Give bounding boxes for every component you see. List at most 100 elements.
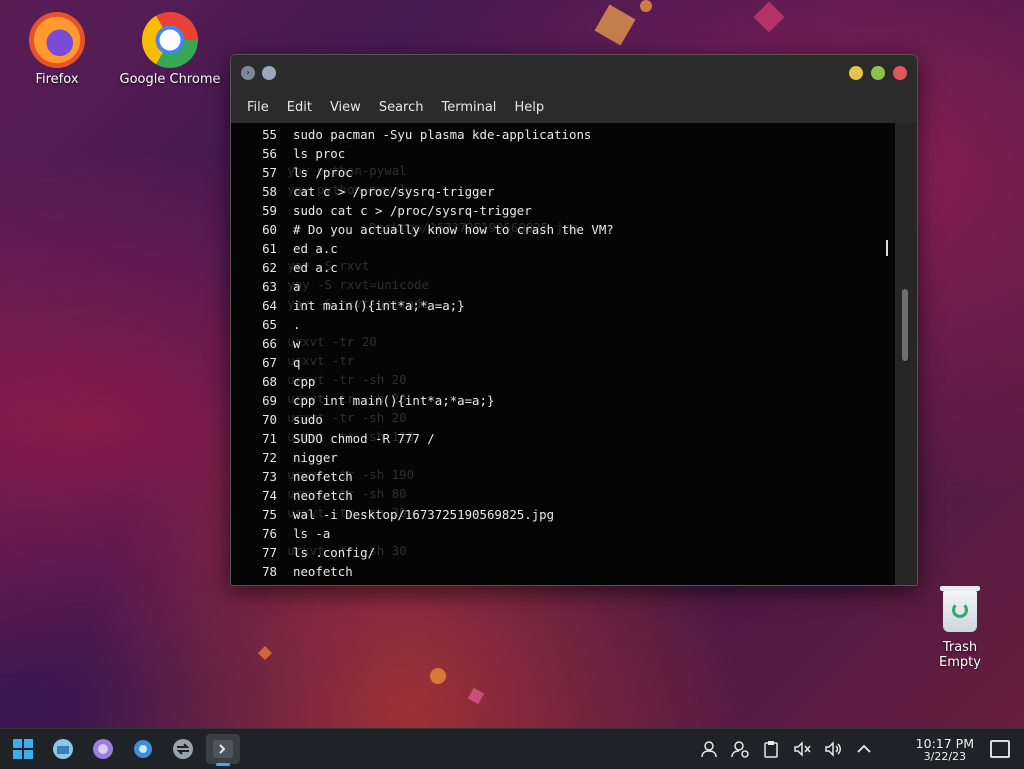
line-command: cat c > /proc/sysrq-trigger bbox=[293, 184, 495, 199]
start-button[interactable] bbox=[6, 734, 40, 764]
line-number: 66 bbox=[262, 336, 277, 351]
taskbar-file-manager[interactable] bbox=[46, 734, 80, 764]
line-number: 56 bbox=[262, 146, 277, 161]
line-number: 67 bbox=[262, 355, 277, 370]
start-menu-icon bbox=[13, 739, 33, 759]
line-number: 64 bbox=[262, 298, 277, 313]
terminal-line: 61 ed a.c bbox=[231, 239, 614, 258]
terminal-line: 69 cpp int main(){int*a;*a=a;} bbox=[231, 391, 614, 410]
clock-time: 10:17 PM bbox=[915, 736, 974, 751]
line-number: 77 bbox=[262, 545, 277, 560]
terminal-line: 59 sudo cat c > /proc/sysrq-trigger bbox=[231, 201, 614, 220]
terminal-line: 63 a bbox=[231, 277, 614, 296]
scrollbar-thumb[interactable] bbox=[902, 289, 908, 361]
terminal-line: 74 neofetch bbox=[231, 486, 614, 505]
wallpaper-shape bbox=[257, 645, 273, 661]
line-command: . bbox=[293, 317, 301, 332]
line-command: w bbox=[293, 336, 301, 351]
discover-icon bbox=[93, 739, 113, 759]
window-titlebar[interactable]: › bbox=[231, 55, 917, 91]
line-number: 55 bbox=[262, 127, 277, 142]
terminal-line: 60 # Do you actually know how to crash th… bbox=[231, 220, 614, 239]
user-icon[interactable] bbox=[699, 739, 719, 759]
line-number: 78 bbox=[262, 564, 277, 579]
line-number: 75 bbox=[262, 507, 277, 522]
terminal-line: 56 ls proc bbox=[231, 144, 614, 163]
line-number: 61 bbox=[262, 241, 277, 256]
line-number: 62 bbox=[262, 260, 277, 275]
wallpaper-shape bbox=[430, 668, 446, 684]
minimize-button[interactable] bbox=[849, 66, 863, 80]
taskbar-discover[interactable] bbox=[86, 734, 120, 764]
volume-icon[interactable] bbox=[823, 739, 843, 759]
line-command: neofetch bbox=[293, 564, 353, 579]
trash-label: Trash bbox=[942, 640, 978, 655]
line-command: ls -a bbox=[293, 526, 331, 541]
menu-edit[interactable]: Edit bbox=[279, 96, 320, 119]
line-command: neofetch bbox=[293, 488, 353, 503]
desktop-icon-chrome[interactable]: Google Chrome bbox=[115, 12, 225, 87]
window-menu-icon[interactable]: › bbox=[241, 66, 255, 80]
clock[interactable]: 10:17 PM 3/22/23 bbox=[916, 737, 974, 763]
line-command: ls .config/ bbox=[293, 545, 376, 560]
taskbar-terminal[interactable] bbox=[206, 734, 240, 766]
line-command: cpp int main(){int*a;*a=a;} bbox=[293, 393, 495, 408]
menu-terminal[interactable]: Terminal bbox=[433, 96, 504, 119]
line-command: SUDO chmod -R 777 / bbox=[293, 431, 435, 446]
line-command: ed a.c bbox=[293, 260, 338, 275]
taskbar-kdeconnect[interactable] bbox=[166, 734, 200, 764]
terminal-line: 68 cpp bbox=[231, 372, 614, 391]
chevron-up-icon[interactable] bbox=[854, 739, 874, 759]
line-number: 65 bbox=[262, 317, 277, 332]
line-number: 69 bbox=[262, 393, 277, 408]
desktop-icon-label: Firefox bbox=[35, 72, 79, 87]
menu-view[interactable]: View bbox=[322, 96, 369, 119]
menu-file[interactable]: File bbox=[239, 96, 277, 119]
taskbar: 10:17 PM 3/22/23 bbox=[0, 728, 1024, 769]
line-number: 58 bbox=[262, 184, 277, 199]
terminal-line: 71 SUDO chmod -R 777 / bbox=[231, 429, 614, 448]
terminal-window: › File Edit View Search Terminal Help ya… bbox=[230, 54, 918, 586]
terminal-line: 75 wal -i Desktop/1673725190569825.jpg bbox=[231, 505, 614, 524]
line-command: q bbox=[293, 355, 301, 370]
terminal-line: 77 ls .config/ bbox=[231, 543, 614, 562]
wallpaper-shape bbox=[467, 687, 485, 705]
terminal-line: 76 ls -a bbox=[231, 524, 614, 543]
line-command: # Do you actually know how to crash the … bbox=[293, 222, 614, 237]
terminal-output[interactable]: yay python-pywal yay python-pywal Deskto… bbox=[231, 123, 895, 585]
terminal-line: 70 sudo bbox=[231, 410, 614, 429]
clipboard-icon[interactable] bbox=[761, 739, 781, 759]
show-desktop-button[interactable] bbox=[990, 740, 1010, 758]
user-switch-icon[interactable] bbox=[730, 739, 750, 759]
line-number: 71 bbox=[262, 431, 277, 446]
audio-muted-icon[interactable] bbox=[792, 739, 812, 759]
line-command: cpp bbox=[293, 374, 316, 389]
taskbar-settings[interactable] bbox=[126, 734, 160, 764]
keep-above-icon[interactable] bbox=[262, 66, 276, 80]
line-number: 76 bbox=[262, 526, 277, 541]
switch-icon bbox=[173, 739, 193, 759]
wallpaper-shape bbox=[594, 4, 636, 46]
maximize-button[interactable] bbox=[871, 66, 885, 80]
clock-date: 3/22/23 bbox=[923, 750, 967, 763]
terminal-line: 57 ls /proc bbox=[231, 163, 614, 182]
trash-status: Empty bbox=[939, 655, 981, 670]
line-command: a bbox=[293, 279, 301, 294]
firefox-icon bbox=[29, 12, 85, 68]
terminal-line: 64 int main(){int*a;*a=a;} bbox=[231, 296, 614, 315]
line-number: 72 bbox=[262, 450, 277, 465]
terminal-line: 78 neofetch bbox=[231, 562, 614, 581]
wallpaper-shape bbox=[753, 1, 785, 33]
desktop-icon-firefox[interactable]: Firefox bbox=[2, 12, 112, 87]
line-number: 63 bbox=[262, 279, 277, 294]
terminal-icon bbox=[213, 740, 233, 758]
scrollbar[interactable] bbox=[895, 123, 917, 585]
desktop-icon-trash[interactable]: Trash Empty bbox=[905, 586, 1015, 670]
terminal-line: 58 cat c > /proc/sysrq-trigger bbox=[231, 182, 614, 201]
close-button[interactable] bbox=[893, 66, 907, 80]
menu-search[interactable]: Search bbox=[371, 96, 432, 119]
line-command: wal -i Desktop/1673725190569825.jpg bbox=[293, 507, 555, 522]
line-command: ls /proc bbox=[293, 165, 353, 180]
menu-help[interactable]: Help bbox=[506, 96, 552, 119]
line-command: sudo pacman -Syu plasma kde-applications bbox=[293, 127, 592, 142]
